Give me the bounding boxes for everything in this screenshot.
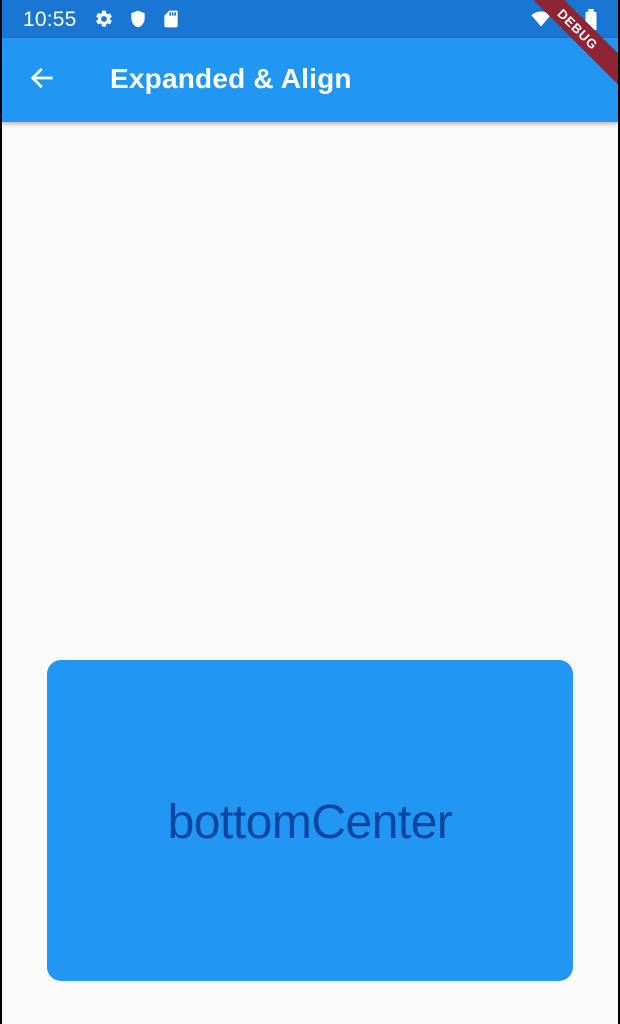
status-time: 10:55 <box>23 8 77 31</box>
status-bar: 10:55 <box>2 0 618 38</box>
phone-screen: 10:55 Expanded & Align bottomCenter DEBU… <box>2 0 618 1024</box>
settings-icon <box>94 9 114 29</box>
main-content: bottomCenter <box>2 122 618 1024</box>
page-title: Expanded & Align <box>110 63 352 94</box>
arrow-back-icon <box>28 64 56 97</box>
battery-icon <box>584 9 604 31</box>
shield-icon <box>128 9 148 29</box>
back-button[interactable] <box>20 58 64 102</box>
app-bar: Expanded & Align <box>2 38 618 122</box>
wifi-icon <box>530 9 551 29</box>
sd-card-icon <box>161 9 181 29</box>
aligned-container: bottomCenter <box>47 660 573 981</box>
signal-icon <box>558 9 578 29</box>
alignment-label: bottomCenter <box>167 796 453 849</box>
